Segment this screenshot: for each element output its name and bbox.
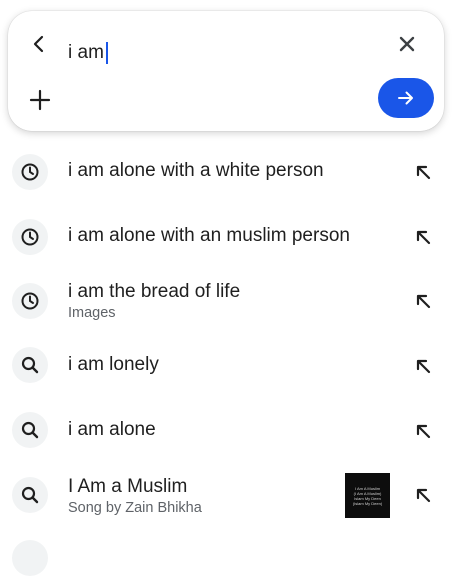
arrow-up-left-icon <box>416 165 431 180</box>
suggestion-title: i am alone with a white person <box>68 160 324 181</box>
submit-search-button[interactable] <box>378 78 434 118</box>
suggestion-title: i am alone <box>68 419 156 440</box>
back-button[interactable] <box>26 31 52 57</box>
search-input[interactable]: i am <box>68 41 108 65</box>
arrow-right-icon <box>398 91 413 105</box>
suggestion-title: i am the bread of life <box>68 281 241 302</box>
search-icon-badge <box>12 412 48 448</box>
history-clock-icon <box>21 292 39 310</box>
arrow-left-icon <box>33 35 44 53</box>
suggestion-item[interactable]: I Am a Muslim Song by Zain Bhikha I Am A… <box>0 472 460 526</box>
suggestion-title: i am lonely <box>68 354 159 375</box>
arrow-up-left-icon <box>416 294 431 309</box>
suggestion-title: i am alone with an muslim person <box>68 225 350 246</box>
suggestion-title: I Am a Muslim <box>68 476 188 497</box>
suggestion-subtitle: Images <box>68 305 116 321</box>
history-icon-badge <box>12 154 48 190</box>
search-icon-badge <box>12 347 48 383</box>
thumbnail-text: (Islam My Deen) <box>352 500 383 506</box>
search-icon <box>21 486 39 504</box>
fill-query-button[interactable] <box>412 161 434 183</box>
search-icon <box>21 356 39 374</box>
plus-icon <box>29 89 51 111</box>
next-suggestion-icon-badge <box>12 540 48 576</box>
fill-query-button[interactable] <box>412 484 434 506</box>
suggestion-item[interactable]: i am the bread of life Images <box>0 278 460 330</box>
history-clock-icon <box>21 163 39 181</box>
suggestion-item[interactable]: i am lonely <box>0 345 460 389</box>
arrow-up-left-icon <box>416 488 431 503</box>
close-icon <box>399 36 415 52</box>
search-icon <box>21 421 39 439</box>
search-icon-badge <box>12 477 48 513</box>
history-icon-badge <box>12 219 48 255</box>
search-box: i am <box>8 11 444 131</box>
clear-button[interactable] <box>394 31 420 57</box>
arrow-up-left-icon <box>416 230 431 245</box>
history-icon-badge <box>12 283 48 319</box>
suggestion-subtitle: Song by Zain Bhikha <box>68 500 202 516</box>
search-query-text: i am <box>68 42 104 63</box>
fill-query-button[interactable] <box>412 355 434 377</box>
fill-query-button[interactable] <box>412 226 434 248</box>
history-clock-icon <box>21 228 39 246</box>
arrow-up-left-icon <box>416 359 431 374</box>
album-thumbnail: I Am A Muslim (I Am A Muslim) Islam My D… <box>345 473 390 518</box>
add-button[interactable] <box>26 86 54 114</box>
arrow-up-left-icon <box>416 424 431 439</box>
suggestion-item[interactable]: i am alone <box>0 410 460 454</box>
fill-query-button[interactable] <box>412 290 434 312</box>
fill-query-button[interactable] <box>412 420 434 442</box>
suggestion-item[interactable]: i am alone with a white person <box>0 150 460 194</box>
text-caret <box>105 42 108 64</box>
suggestion-item[interactable]: i am alone with an muslim person <box>0 215 460 259</box>
